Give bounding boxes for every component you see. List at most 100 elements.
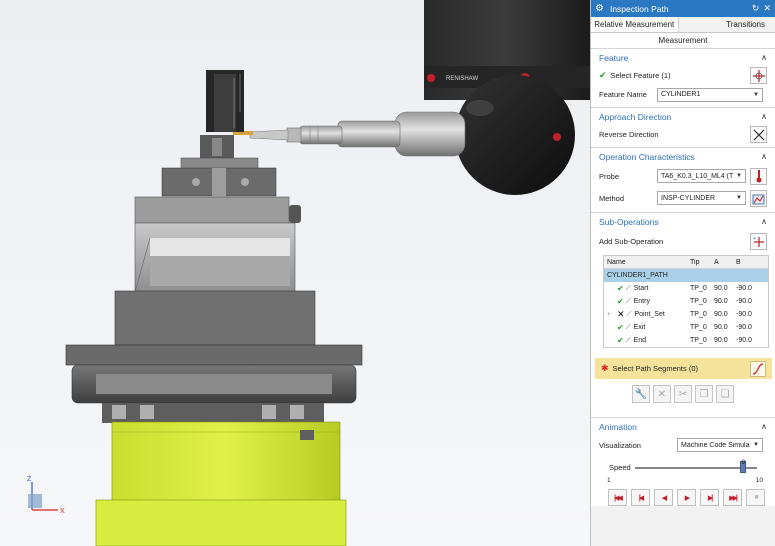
subop-tip: TP_0 xyxy=(690,298,707,305)
panel-tabs: Relative Measurement Transitions xyxy=(591,17,775,33)
check-icon: ✔ xyxy=(617,336,624,345)
col-b[interactable]: B xyxy=(736,259,758,266)
rotary-table xyxy=(65,290,363,423)
table-row[interactable]: ✔ ⟋ Exit TP_0 90.0 -90.0 xyxy=(604,321,768,334)
feature-section: Feature ∧ ✔ Select Feature (1) Feature N… xyxy=(591,49,775,108)
reset-icon[interactable]: ↻ xyxy=(752,3,760,14)
animation-section: Animation ∧ Visualization Machine Code S… xyxy=(591,418,775,506)
fixture-base xyxy=(95,421,347,546)
animation-header[interactable]: Animation ∧ xyxy=(591,418,775,435)
axis-z-label: Z xyxy=(27,476,32,483)
probe-select[interactable]: TA6_K0.3_L10_ML4 (T ▼ xyxy=(657,169,746,183)
reverse-arrows-icon xyxy=(753,129,764,140)
probe-label: Probe xyxy=(599,171,620,181)
table-row[interactable]: ✔ ⟋ Entry TP_0 90.0 -90.0 xyxy=(604,295,768,308)
col-tip[interactable]: Tip xyxy=(690,259,714,266)
path-icon: ⟋ xyxy=(625,323,631,331)
subop-tip: TP_0 xyxy=(690,311,707,318)
select-feature-label: Select Feature (1) xyxy=(610,71,671,80)
step-forward-icon[interactable]: ▶| xyxy=(700,489,719,506)
select-feature-button[interactable] xyxy=(750,67,767,84)
method-settings-button[interactable] xyxy=(750,189,767,207)
approach-section: Approach Direction ∧ Reverse Direction xyxy=(591,108,775,148)
add-point-icon: + xyxy=(753,236,764,247)
axis-x-label: X xyxy=(60,508,65,515)
table-row[interactable]: ✔ ⟋ Start TP_0 90.0 -90.0 xyxy=(604,282,768,295)
subop-tip: TP_0 xyxy=(690,324,707,331)
subop-a: 90.0 xyxy=(714,298,728,305)
subop-tip: TP_0 xyxy=(690,337,707,344)
panel-title: Inspection Path xyxy=(609,3,669,14)
tab-relative-measurement[interactable]: Relative Measurement xyxy=(591,17,679,32)
table-header: Name Tip A B xyxy=(604,256,768,269)
table-row-parent[interactable]: CYLINDER1_PATH xyxy=(604,269,768,282)
wrench-icon[interactable]: 🔧 xyxy=(632,385,650,403)
copy-icon[interactable]: ❐ xyxy=(695,385,713,403)
subops-toolbar: 🔧 ✕ ✂ ❐ ❏ xyxy=(591,379,775,411)
speed-min: 1 xyxy=(607,477,611,484)
panel-titlebar: ⚙ Inspection Path ↻ ✕ xyxy=(591,0,775,17)
workpiece xyxy=(200,70,244,159)
collapse-icon[interactable]: ∧ xyxy=(761,53,767,62)
subop-a: 90.0 xyxy=(714,311,728,318)
collapse-icon[interactable]: ∧ xyxy=(761,217,767,226)
tab-measurement[interactable]: Measurement xyxy=(591,33,775,49)
cut-icon[interactable]: ✂ xyxy=(674,385,692,403)
speed-slider-thumb[interactable]: 9 xyxy=(740,459,747,473)
select-path-segments-row[interactable]: ✱ Select Path Segments (0) xyxy=(595,358,772,379)
collapse-icon[interactable]: ∧ xyxy=(761,422,767,431)
tab-transitions[interactable]: Transitions xyxy=(679,17,775,32)
paste-icon[interactable]: ❏ xyxy=(716,385,734,403)
subop-name: End xyxy=(633,337,647,344)
approach-header[interactable]: Approach Direction ∧ xyxy=(591,108,775,125)
method-select[interactable]: INSP-CYLINDER ▼ xyxy=(657,191,746,205)
curve-icon xyxy=(752,362,764,375)
play-reverse-icon[interactable]: ◀ xyxy=(654,489,673,506)
operation-section: Operation Characteristics ∧ Probe TA6_K0… xyxy=(591,148,775,213)
col-a[interactable]: A xyxy=(714,259,736,266)
play-icon[interactable]: ▶ xyxy=(677,489,696,506)
stop-icon[interactable]: ■ xyxy=(746,489,765,506)
machine-model[interactable]: RENISHAW Z X xyxy=(0,0,590,546)
speed-max: 10 xyxy=(755,477,763,484)
close-icon[interactable]: ✕ xyxy=(763,3,771,14)
collapse-icon[interactable]: ∧ xyxy=(761,152,767,161)
table-row[interactable]: ✔ ⟋ End TP_0 90.0 -90.0 xyxy=(604,334,768,347)
brand-label: RENISHAW xyxy=(446,76,478,82)
graphics-viewport[interactable]: RENISHAW Z X xyxy=(0,0,590,546)
subop-name: Start xyxy=(633,285,649,292)
method-icon xyxy=(752,194,765,204)
path-icon: ⟋ xyxy=(626,310,632,318)
curve-select-button[interactable] xyxy=(750,360,766,377)
feature-header[interactable]: Feature ∧ xyxy=(591,49,775,66)
col-name[interactable]: Name xyxy=(604,259,690,266)
required-icon: ✱ xyxy=(601,363,609,373)
add-subop-button[interactable]: + xyxy=(750,232,767,250)
subop-name: Entry xyxy=(633,298,650,305)
subops-header[interactable]: Sub-Operations ∧ xyxy=(591,213,775,230)
subop-a: 90.0 xyxy=(714,285,728,292)
animation-controls: |◀◀ |◀ ◀ ▶ ▶| ▶▶| ■ xyxy=(591,485,775,506)
visualization-select[interactable]: Machine Code Simula ▼ xyxy=(677,438,763,452)
reverse-direction-button[interactable] xyxy=(750,126,767,143)
step-back-icon[interactable]: |◀ xyxy=(631,489,650,506)
collapse-icon[interactable]: ∧ xyxy=(761,112,767,121)
path-segments-label: Select Path Segments (0) xyxy=(612,364,699,373)
rewind-to-start-icon[interactable]: |◀◀ xyxy=(608,489,627,506)
subops-section: Sub-Operations ∧ Add Sub-Operation + Nam… xyxy=(591,213,775,418)
tree-expander[interactable]: + xyxy=(607,312,617,318)
fast-forward-to-end-icon[interactable]: ▶▶| xyxy=(723,489,742,506)
method-label: Method xyxy=(599,193,625,203)
error-icon: ✕ xyxy=(617,309,625,319)
speed-slider-track[interactable] xyxy=(635,467,757,469)
table-row[interactable]: + ✕ ⟋ Point_Set TP_0 90.0 -90.0 xyxy=(604,308,768,321)
chevron-down-icon: ▼ xyxy=(753,91,759,98)
probe-settings-button[interactable] xyxy=(750,167,767,185)
feature-name-select[interactable]: CYLINDER1 ▼ xyxy=(657,87,763,102)
inspection-path-panel: ⚙ Inspection Path ↻ ✕ Relative Measureme… xyxy=(590,0,775,546)
gear-icon: ⚙ xyxy=(595,3,604,14)
operation-header[interactable]: Operation Characteristics ∧ xyxy=(591,148,775,165)
delete-icon[interactable]: ✕ xyxy=(653,385,671,403)
probe-body xyxy=(233,111,466,157)
subop-b: -90.0 xyxy=(736,298,752,305)
